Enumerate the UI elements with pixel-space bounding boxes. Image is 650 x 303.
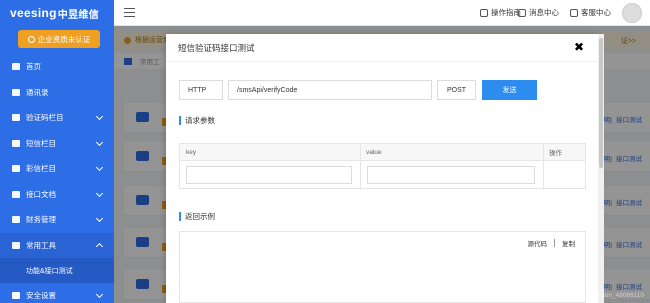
http-method-field[interactable]: POST xyxy=(437,80,476,100)
brand-logo[interactable]: veesing 中昱维信 xyxy=(0,0,114,26)
source-code-button[interactable]: 源代码 xyxy=(528,238,548,248)
watermark: https://blog.csdn.net/weixin_48086110 xyxy=(533,292,644,299)
modal-scrollbar[interactable] xyxy=(598,34,604,303)
chevron-down-icon xyxy=(95,214,104,223)
sidebar-item-label: 接口文档 xyxy=(26,189,56,199)
cert-status-label: 企业资质未认证 xyxy=(37,34,91,44)
sidebar-item-security[interactable]: 安全设置 xyxy=(0,283,114,303)
params-table: key value 操作 xyxy=(179,143,586,190)
column-header-action: 操作 xyxy=(543,144,585,161)
mms-icon xyxy=(12,165,20,173)
chevron-down-icon xyxy=(95,112,104,121)
sidebar-item-finance[interactable]: 财务管理 xyxy=(0,207,114,233)
service-center-label: 客服中心 xyxy=(581,8,611,17)
shield-icon xyxy=(27,35,35,43)
chevron-up-icon xyxy=(95,242,104,250)
url-input[interactable]: /smsApi/verifyCode xyxy=(228,80,432,100)
scrollbar-thumb[interactable] xyxy=(599,38,603,168)
chevron-down-icon xyxy=(95,163,104,172)
service-center-link[interactable]: 客服中心 xyxy=(570,7,611,18)
home-icon xyxy=(12,63,20,71)
api-test-modal: 短信验证码接口测试 ✖ HTTP /smsApi/verifyCode POST… xyxy=(166,34,598,303)
response-actions: 源代码 复制 xyxy=(528,238,575,248)
sidebar-item-verify-code[interactable]: 验证码栏目 xyxy=(0,105,114,131)
sidebar-item-contacts[interactable]: 通讯录 xyxy=(0,80,114,106)
sidebar-item-label: 财务管理 xyxy=(26,215,56,225)
finance-icon xyxy=(12,216,20,224)
sidebar-item-api-docs[interactable]: 接口文档 xyxy=(0,182,114,208)
request-row: HTTP /smsApi/verifyCode POST 发送 xyxy=(179,80,537,100)
sidebar-item-label: 彩信栏目 xyxy=(26,164,56,174)
sidebar-item-label: 安全设置 xyxy=(26,291,56,301)
lock-icon xyxy=(12,292,20,300)
logo-cn: 中昱维信 xyxy=(57,9,99,21)
contacts-icon xyxy=(12,88,20,96)
avatar[interactable] xyxy=(622,3,642,23)
response-example-title: 返回示例 xyxy=(179,212,215,221)
menu-toggle-icon[interactable] xyxy=(124,8,135,18)
column-header-key: key xyxy=(180,144,360,161)
message-center-link[interactable]: 消息中心 xyxy=(518,7,559,18)
cert-status-button[interactable]: 企业资质未认证 xyxy=(18,30,100,48)
param-value-input[interactable] xyxy=(367,166,535,184)
sidebar-item-tools[interactable]: 常用工具 xyxy=(0,232,114,258)
sidebar-item-label: 常用工具 xyxy=(26,240,56,250)
chevron-down-icon xyxy=(95,189,104,197)
send-button[interactable]: 发送 xyxy=(482,80,537,100)
protocol-value: HTTP xyxy=(188,86,207,94)
chat-icon xyxy=(12,114,20,122)
request-params-title: 请求参数 xyxy=(179,116,215,125)
sms-icon xyxy=(12,139,20,147)
sidebar-item-label: 短信栏目 xyxy=(26,138,56,148)
chevron-down-icon xyxy=(95,138,104,146)
modal-header: 短信验证码接口测试 ✖ xyxy=(166,34,598,62)
hand-icon xyxy=(480,8,488,17)
url-value: /smsApi/verifyCode xyxy=(237,86,298,94)
copy-button[interactable]: 复制 xyxy=(562,238,575,248)
protocol-select[interactable]: HTTP xyxy=(179,80,223,100)
column-header-value: value xyxy=(360,144,543,161)
param-key-input[interactable] xyxy=(186,166,352,184)
http-method-value: POST xyxy=(446,86,467,94)
sidebar-item-home[interactable]: 首页 xyxy=(0,54,114,80)
sidebar-item-label: 验证码栏目 xyxy=(26,113,64,123)
wrench-icon xyxy=(12,241,20,249)
chevron-down-icon xyxy=(95,290,104,299)
sidebar-item-mms[interactable]: 彩信栏目 xyxy=(0,156,114,182)
doc-icon xyxy=(12,190,20,198)
divider xyxy=(543,144,544,190)
guide-link[interactable]: 操作指南 xyxy=(480,7,521,18)
sidebar: veesing 中昱维信 企业资质未认证 首页 通讯录 验证码栏目 短信栏目 彩… xyxy=(0,0,114,303)
close-icon[interactable]: ✖ xyxy=(574,40,584,54)
sidebar-item-sms[interactable]: 短信栏目 xyxy=(0,131,114,157)
sidebar-subitem-label: 功能&接口测试 xyxy=(26,267,73,275)
logo-latin: veesing xyxy=(10,6,57,20)
modal-title: 短信验证码接口测试 xyxy=(178,42,255,53)
sidebar-item-label: 通讯录 xyxy=(26,87,49,97)
user-icon xyxy=(570,8,578,17)
sidebar-item-label: 首页 xyxy=(26,62,41,72)
divider xyxy=(360,144,361,190)
divider xyxy=(554,239,555,247)
sidebar-subitem-api-test[interactable]: 功能&接口测试 xyxy=(0,258,114,283)
bell-icon xyxy=(518,8,526,17)
message-center-label: 消息中心 xyxy=(529,8,559,17)
response-example-box[interactable]: 源代码 复制 xyxy=(179,231,586,303)
top-bar: 操作指南 消息中心 客服中心 xyxy=(114,0,650,26)
guide-label: 操作指南 xyxy=(491,8,521,17)
